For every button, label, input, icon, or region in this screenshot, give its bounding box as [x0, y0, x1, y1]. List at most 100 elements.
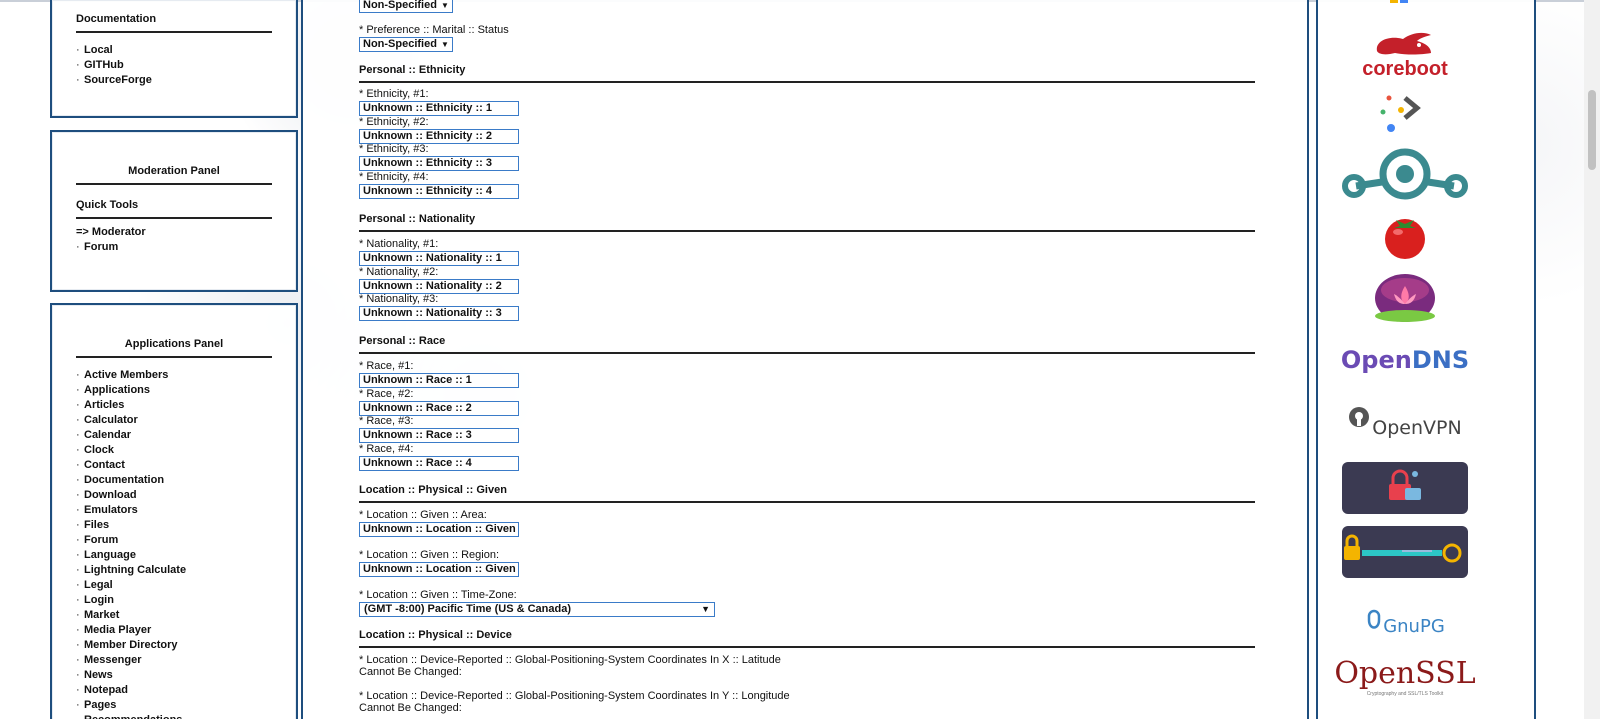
nationality-rule	[359, 230, 1255, 232]
nationality-field-input[interactable]: Unknown :: Nationality :: 1	[359, 251, 519, 266]
marital-select[interactable]: Non-Specified ▼	[359, 37, 453, 52]
lotus-logo[interactable]	[1342, 272, 1468, 324]
coreboot-logo[interactable]: coreboot	[1342, 28, 1468, 82]
application-link-label[interactable]: Documentation	[84, 474, 164, 486]
application-link-label[interactable]: Pages	[84, 699, 116, 711]
application-link-label[interactable]: Calculator	[84, 414, 138, 426]
application-link-label[interactable]: Contact	[84, 459, 125, 471]
region-input[interactable]: Unknown :: Location :: Given	[359, 562, 519, 577]
doc-link-github[interactable]: · GITHub	[76, 58, 272, 73]
area-input[interactable]: Unknown :: Location :: Given	[359, 522, 519, 537]
application-link[interactable]: · Applications	[76, 383, 272, 398]
application-link[interactable]: · Legal	[76, 578, 272, 593]
application-link[interactable]: · Messenger	[76, 653, 272, 668]
application-link[interactable]: · Emulators	[76, 503, 272, 518]
tomato-logo[interactable]	[1342, 212, 1468, 260]
race-field-input[interactable]: Unknown :: Race :: 3	[359, 428, 519, 443]
bullet: ·	[76, 669, 80, 681]
bullet: ·	[76, 713, 84, 719]
marital-label: * Preference :: Marital :: Status	[359, 24, 509, 36]
quick-tools-title: Quick Tools	[76, 199, 139, 211]
application-link[interactable]: · News	[76, 668, 272, 683]
gnupg-logo[interactable]: GnuPG	[1342, 604, 1468, 638]
application-link[interactable]: · Market	[76, 608, 272, 623]
application-link-label[interactable]: News	[84, 669, 113, 681]
application-link-label[interactable]: Clock	[84, 444, 114, 456]
openvpn-logo[interactable]: OpenVPN	[1342, 406, 1468, 440]
race-field-label: * Race, #3:	[359, 415, 414, 427]
application-link[interactable]: · Contact	[76, 458, 272, 473]
application-link[interactable]: · Media Player	[76, 623, 272, 638]
ethnicity-field-input[interactable]: Unknown :: Ethnicity :: 4	[359, 183, 519, 199]
application-link-label[interactable]: Applications	[84, 384, 150, 396]
application-link[interactable]: · Active Members	[76, 368, 272, 383]
application-link-label[interactable]: Articles	[84, 399, 124, 411]
ethnicity-field-input[interactable]: Unknown :: Ethnicity :: 2	[359, 128, 519, 144]
application-link[interactable]: · Clock	[76, 443, 272, 458]
chevron-down-icon: ▼	[701, 604, 710, 614]
openssl-logo[interactable]: OpenSSL Cryptography and SSL/TLS Toolkit	[1334, 652, 1475, 702]
bullet: ·	[76, 564, 80, 576]
application-link[interactable]: ·Recommendations	[76, 713, 272, 719]
lineageos-icon	[1342, 148, 1468, 200]
scrollbar-thumb[interactable]	[1588, 90, 1596, 170]
application-link[interactable]: · Language	[76, 548, 272, 563]
application-link[interactable]: · Calculator	[76, 413, 272, 428]
main-content: Non-Specified ▼ * Preference :: Marital :…	[301, 0, 1309, 719]
application-link[interactable]: · Notepad	[76, 683, 272, 698]
race-field-input[interactable]: Unknown :: Race :: 4	[359, 455, 519, 471]
application-link-label[interactable]: Login	[84, 594, 114, 606]
timezone-select[interactable]: (GMT -8:00) Pacific Time (US & Canada) ▼	[359, 602, 715, 617]
moderator-link[interactable]: => Moderator	[76, 225, 272, 240]
lineageos-logo[interactable]	[1342, 148, 1468, 204]
security-tile-logo[interactable]	[1342, 462, 1468, 514]
application-link[interactable]: · Articles	[76, 398, 272, 413]
ethnicity-field-input[interactable]: Unknown :: Ethnicity :: 3	[359, 156, 519, 171]
application-link[interactable]: · Login	[76, 593, 272, 608]
application-link-label[interactable]: Notepad	[84, 684, 128, 696]
application-link-label[interactable]: Messenger	[84, 654, 141, 666]
race-field-input[interactable]: Unknown :: Race :: 2	[359, 400, 519, 416]
bullet: ·	[76, 414, 80, 426]
application-link[interactable]: · Pages	[76, 698, 272, 713]
application-link-label[interactable]: Calendar	[84, 429, 131, 441]
keys-tile-logo[interactable]	[1342, 526, 1468, 578]
doc-link-local[interactable]: · Local	[76, 43, 272, 58]
opendns-logo[interactable]: OpenDNS	[1341, 344, 1469, 376]
application-link-label[interactable]: Active Members	[84, 369, 168, 381]
ethnicity-field-label: * Ethnicity, #3:	[359, 143, 429, 155]
application-link-label[interactable]: Lightning Calculate	[84, 564, 186, 576]
moderation-forum-link[interactable]: · Forum	[76, 240, 272, 255]
application-link-label[interactable]: Media Player	[84, 624, 151, 636]
nationality-field-input[interactable]: Unknown :: Nationality :: 2	[359, 278, 519, 294]
prompt-logo[interactable]	[1342, 92, 1468, 136]
application-link[interactable]: · Lightning Calculate	[76, 563, 272, 578]
application-link-label[interactable]: Forum	[84, 534, 118, 546]
application-link[interactable]: · Download	[76, 488, 272, 503]
application-link[interactable]: · Member Directory	[76, 638, 272, 653]
application-link[interactable]: · Forum	[76, 533, 272, 548]
application-link[interactable]: · Files	[76, 518, 272, 533]
top-select[interactable]: Non-Specified ▼	[359, 0, 453, 13]
application-link-label[interactable]: Download	[84, 489, 137, 501]
bullet: ·	[76, 594, 80, 606]
doc-link-sourceforge[interactable]: · SourceForge	[76, 73, 272, 88]
location-device-title: Location :: Physical :: Device	[359, 629, 512, 641]
application-link[interactable]: · Calendar	[76, 428, 272, 443]
application-link-label[interactable]: Member Directory	[84, 639, 178, 651]
bullet: ·	[76, 549, 80, 561]
nationality-field-label: * Nationality, #1:	[359, 238, 439, 250]
application-link-label[interactable]: Emulators	[84, 504, 138, 516]
application-link-label[interactable]: Market	[84, 609, 119, 621]
nationality-field-input[interactable]: Unknown :: Nationality :: 3	[359, 306, 519, 321]
sponsor-column: coreboot OpenDNS OpenVPN GnuPG OpenSSL C…	[1316, 0, 1536, 719]
application-link-label[interactable]: Recommendations	[84, 714, 182, 719]
bullet: ·	[76, 639, 80, 651]
application-link-label[interactable]: Legal	[84, 579, 113, 591]
application-link-label[interactable]: Language	[84, 549, 136, 561]
ethnicity-field-input[interactable]: Unknown :: Ethnicity :: 1	[359, 101, 519, 116]
application-link[interactable]: · Documentation	[76, 473, 272, 488]
application-link-label[interactable]: Files	[84, 519, 109, 531]
location-given-rule	[359, 501, 1255, 503]
race-field-input[interactable]: Unknown :: Race :: 1	[359, 373, 519, 388]
